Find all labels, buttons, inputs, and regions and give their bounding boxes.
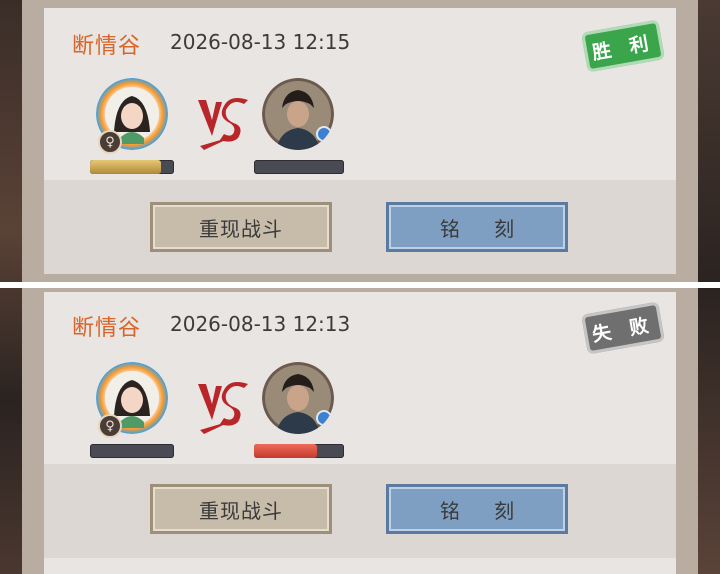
engrave-button[interactable]: 铭 刻 — [386, 484, 568, 534]
battle-record-card: 断情谷 2026-08-13 12:15 胜 利 ♀ 重现战斗 铭 刻 — [44, 8, 676, 274]
opponent-avatar[interactable] — [262, 78, 334, 150]
female-gender-icon: ♀ — [98, 130, 122, 154]
battle-time: 2026-08-13 12:15 — [170, 30, 351, 54]
player-hp-bar — [90, 160, 174, 174]
engrave-button[interactable]: 铭 刻 — [386, 202, 568, 252]
record-action-area — [44, 464, 676, 558]
opponent-hp-bar — [254, 160, 344, 174]
battle-location: 断情谷 — [72, 34, 142, 59]
versus-icon — [198, 382, 248, 434]
battle-location: 断情谷 — [72, 316, 142, 341]
opponent-hp-bar — [254, 444, 344, 458]
replay-battle-button[interactable]: 重现战斗 — [150, 202, 332, 252]
player-hp-fill — [90, 160, 162, 174]
female-gender-icon: ♀ — [98, 414, 122, 438]
male-swordsman-avatar-icon — [262, 362, 334, 434]
male-swordsman-avatar-icon — [262, 78, 334, 150]
record-action-area — [44, 180, 676, 274]
opponent-hp-fill — [254, 444, 317, 458]
replay-battle-button[interactable]: 重现战斗 — [150, 484, 332, 534]
opponent-avatar[interactable] — [262, 362, 334, 434]
battle-record-card: 断情谷 2026-08-13 12:13 失 败 ♀ 重现战斗 铭 刻 — [44, 292, 676, 574]
battle-time: 2026-08-13 12:13 — [170, 312, 351, 336]
player-hp-bar — [90, 444, 174, 458]
versus-icon — [198, 98, 248, 150]
